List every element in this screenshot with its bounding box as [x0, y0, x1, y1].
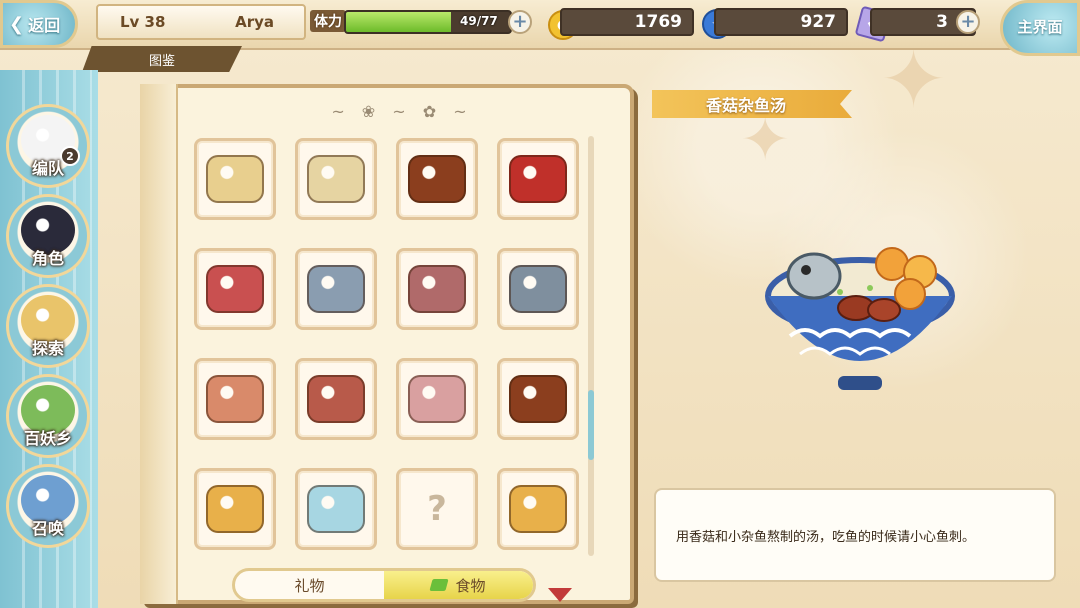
egg-set-icon [509, 485, 567, 533]
collection-slot[interactable] [396, 138, 478, 220]
leaf-icon [429, 579, 450, 591]
player-name: Arya [235, 13, 274, 31]
collection-slot[interactable] [497, 248, 579, 330]
collection-slot[interactable] [295, 248, 377, 330]
main-menu-label: 主界面 [1017, 18, 1063, 37]
page-down-arrow-icon[interactable] [548, 588, 572, 602]
small-fish-icon [509, 265, 567, 313]
item-illustration [760, 236, 960, 396]
collection-slot[interactable] [497, 138, 579, 220]
small-fish-icon [307, 265, 365, 313]
collection-slot[interactable] [194, 138, 276, 220]
dried-fish-icon [206, 375, 264, 423]
back-arrow-icon: ❮ [9, 13, 25, 35]
meat-bun-icon [206, 265, 264, 313]
nav-team-label: 编队 [31, 159, 64, 178]
nav-village-button[interactable]: 百妖乡 [6, 374, 90, 458]
pastry-bag-icon [206, 155, 264, 203]
nav-team-button[interactable]: 编队 [6, 104, 90, 188]
player-level: Lv 38 [120, 13, 166, 31]
collection-slot[interactable]: ? [396, 468, 478, 550]
braised-egg-icon [509, 375, 567, 423]
stamina-value: 49/77 [460, 14, 498, 28]
mushroom-fish-soup-icon [765, 247, 955, 390]
gold-counter: 1769 [560, 8, 694, 36]
grilled-fish-icon [408, 265, 466, 313]
collection-slot[interactable] [194, 468, 276, 550]
collection-slot[interactable] [194, 248, 276, 330]
item-name-banner: 香菇杂鱼汤 [652, 90, 852, 118]
collection-slot[interactable] [194, 358, 276, 440]
back-label: 返回 [28, 16, 61, 35]
tab-gift[interactable]: 礼物 [235, 571, 384, 599]
tab-food-label: 食物 [455, 576, 486, 595]
stamina-label: 体力 [310, 10, 346, 32]
add-stamina-button[interactable]: + [508, 10, 532, 34]
dried-fish-icon [307, 375, 365, 423]
item-description-box: 用香菇和小杂鱼熬制的汤，吃鱼的时候请小心鱼刺。 [654, 488, 1056, 582]
book-header-ornament: ~ ❀ ~ ✿ ~ [331, 101, 473, 121]
stamina-fill [346, 12, 451, 32]
book-spine [140, 84, 178, 604]
add-crystal-button[interactable]: + [956, 10, 980, 34]
egg-set-icon [206, 485, 264, 533]
nav-character-button[interactable]: 角色 [6, 194, 90, 278]
soul-counter: 927 [714, 8, 848, 36]
grid-scrollbar[interactable] [588, 136, 594, 556]
pastry-bag-icon [307, 155, 365, 203]
nav-character-label: 角色 [31, 249, 64, 268]
nav-village-label: 百妖乡 [23, 429, 72, 448]
nav-summon-button[interactable]: 召唤 [6, 464, 90, 548]
collection-slot[interactable] [396, 248, 478, 330]
category-tabs: 礼物 食物 [232, 568, 536, 602]
main-menu-button[interactable]: 主界面 [1000, 0, 1080, 56]
tab-gift-label: 礼物 [294, 576, 325, 595]
nav-explore-label: 探索 [31, 339, 64, 358]
item-description: 用香菇和小杂鱼熬制的汤，吃鱼的时候请小心鱼刺。 [676, 529, 976, 545]
player-info-panel: Lv 38 Arya [96, 4, 306, 40]
salted-fish-icon [408, 375, 466, 423]
tab-food[interactable]: 食物 [384, 571, 533, 599]
decor-star-icon: ✦ [740, 105, 791, 175]
collection-slot[interactable] [295, 358, 377, 440]
collection-slot[interactable] [497, 358, 579, 440]
red-meat-icon [509, 155, 567, 203]
nav-summon-label: 召唤 [31, 519, 64, 538]
unknown-icon: ? [427, 489, 447, 529]
collection-slot[interactable] [295, 468, 377, 550]
nav-explore-button[interactable]: 探索 [6, 284, 90, 368]
back-button[interactable]: ❮ 返回 [0, 0, 78, 48]
collection-slot[interactable] [396, 358, 478, 440]
collection-slot[interactable] [497, 468, 579, 550]
braised-meat-icon [408, 155, 466, 203]
decor-star-icon: ✦ [880, 33, 948, 126]
grid-scroll-thumb[interactable] [588, 390, 594, 460]
collection-slot[interactable] [295, 138, 377, 220]
page-title: 图鉴 [82, 46, 242, 72]
salted-egg-icon [307, 485, 365, 533]
